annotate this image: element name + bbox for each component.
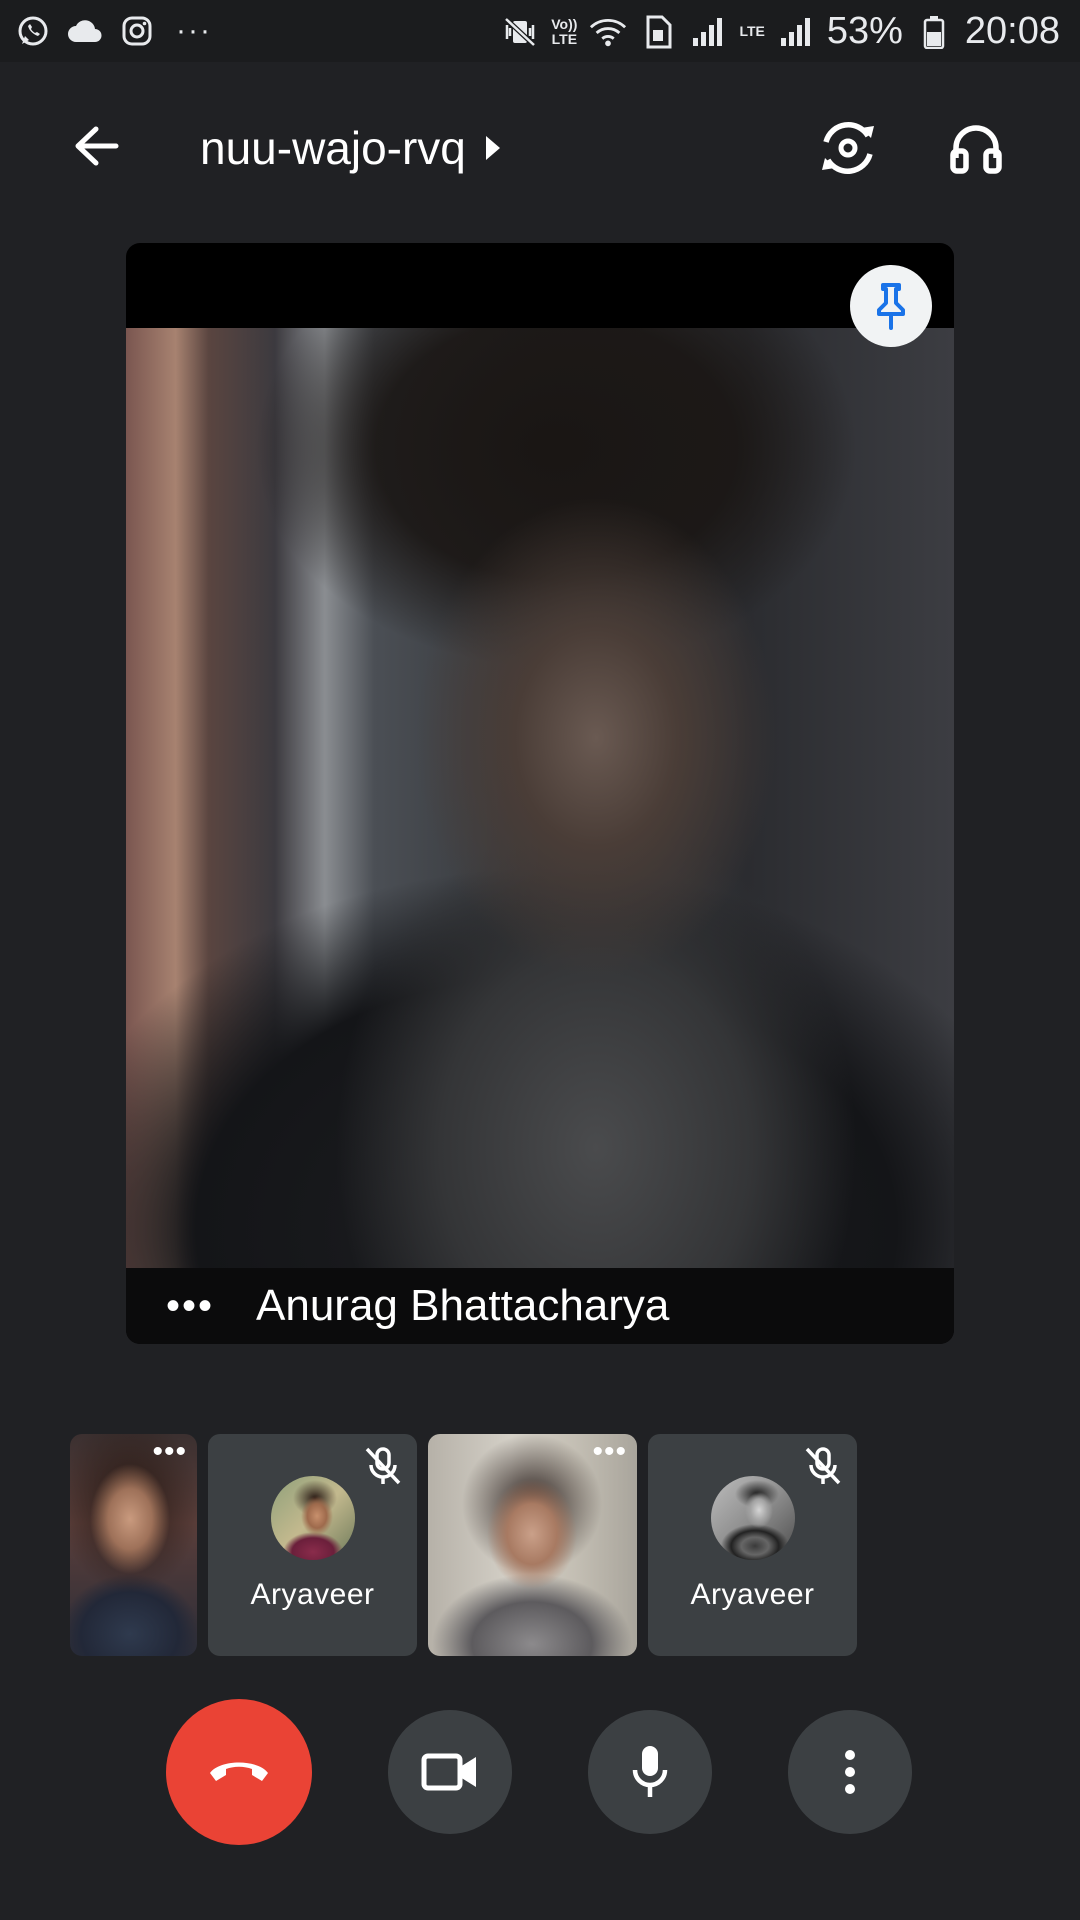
meet-call-screen: ··· Vo)) LTE LTE 53% 20:08 nuu-wajo-rvq … (0, 0, 1080, 1920)
pin-icon (877, 283, 905, 330)
participant-options-button[interactable]: ••• (166, 1286, 216, 1326)
switch-camera-button[interactable] (808, 108, 888, 188)
participant-name: Aryaveer (250, 1578, 375, 1611)
pin-button[interactable] (850, 265, 932, 347)
lte-indicator: LTE (739, 23, 765, 39)
back-button[interactable] (58, 108, 134, 184)
signal-2-icon (777, 13, 815, 51)
participant-tile-1[interactable]: ••• (70, 1434, 197, 1656)
participant-tile-2[interactable]: Aryaveer (208, 1434, 417, 1656)
participant-video-feed (126, 328, 954, 1268)
headphones-icon (950, 125, 1002, 174)
cloud-icon (66, 12, 104, 50)
sim-card-icon (639, 13, 677, 51)
instagram-icon (118, 12, 156, 50)
clock: 20:08 (964, 10, 1060, 52)
microphone-toggle-button[interactable] (588, 1710, 712, 1834)
volte-indicator: Vo)) LTE (551, 15, 578, 47)
participant-name: Aryaveer (690, 1578, 815, 1611)
whatsapp-icon (14, 12, 52, 50)
signal-1-icon (689, 13, 727, 51)
vibrate-mute-icon (501, 13, 539, 51)
caret-right-icon (485, 136, 500, 160)
arrow-back-icon (75, 126, 119, 166)
wifi-icon (589, 13, 627, 51)
notification-area: ··· (14, 12, 212, 50)
battery-percent: 53% (826, 10, 903, 52)
status-bar: ··· Vo)) LTE LTE 53% 20:08 (0, 0, 1080, 62)
participant-tile-3[interactable]: ••• (428, 1434, 637, 1656)
participant-options-button[interactable]: ••• (152, 1437, 187, 1467)
mic-icon (632, 1746, 668, 1797)
mic-off-icon (801, 1444, 845, 1488)
camera-toggle-button[interactable] (388, 1710, 512, 1834)
audio-output-button[interactable] (936, 108, 1016, 188)
participant-options-button[interactable]: ••• (592, 1437, 627, 1467)
avatar (270, 1476, 355, 1560)
participant-name-bar: ••• Anurag Bhattacharya (126, 1268, 954, 1344)
videocam-icon (421, 1753, 476, 1791)
end-call-button[interactable] (166, 1699, 312, 1845)
mic-off-icon (361, 1444, 405, 1488)
battery-icon (915, 13, 953, 51)
system-status-area: Vo)) LTE LTE 53% 20:08 (501, 10, 1060, 53)
more-notifications-icon: ··· (176, 14, 212, 47)
switch-camera-icon (822, 122, 874, 174)
hang-up-icon (210, 1762, 268, 1781)
more-vert-icon (845, 1750, 855, 1794)
main-video-tile[interactable]: ••• Anurag Bhattacharya (126, 243, 954, 1344)
avatar (710, 1476, 795, 1560)
meeting-code: nuu-wajo-rvq (200, 122, 466, 174)
call-top-bar: nuu-wajo-rvq (0, 80, 1080, 200)
more-options-button[interactable] (788, 1710, 912, 1834)
meeting-info-button[interactable]: nuu-wajo-rvq (200, 116, 500, 180)
participant-name: Anurag Bhattacharya (256, 1281, 670, 1330)
participant-tile-4[interactable]: Aryaveer (648, 1434, 857, 1656)
